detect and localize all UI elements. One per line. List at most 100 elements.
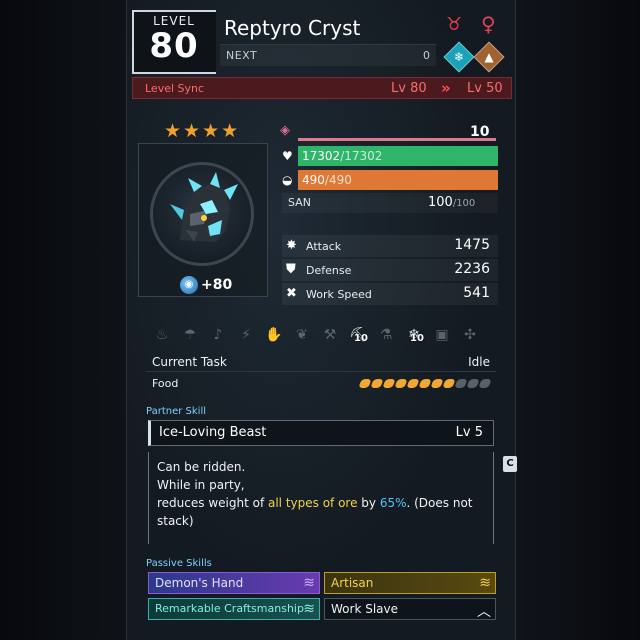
background-left bbox=[0, 0, 126, 640]
electricity-icon: ⚡ bbox=[241, 327, 251, 343]
food-pip bbox=[406, 379, 420, 388]
current-task-row: Current Task Idle bbox=[146, 352, 496, 372]
hp-bar: 17302/17302 bbox=[298, 146, 498, 166]
san-label: SAN bbox=[288, 196, 311, 209]
food-meter bbox=[358, 379, 492, 388]
passive-skills-label: Passive Skills bbox=[146, 558, 212, 569]
defense-row: ⛊ Defense 2236 bbox=[282, 259, 498, 281]
partner-skill-description-box: Can be ridden. While in party, reduces w… bbox=[148, 452, 494, 544]
work-speed-label: Work Speed bbox=[306, 288, 372, 301]
transporting-icon: ▣ bbox=[435, 327, 449, 343]
food-pip bbox=[370, 379, 384, 388]
female-icon: ♀ bbox=[481, 12, 496, 36]
food-label: Food bbox=[152, 377, 179, 390]
passive-rank-icon: ≋ bbox=[479, 575, 491, 591]
desc-ore-highlight: all types of ore bbox=[267, 496, 358, 510]
san-row: SAN 100/100 bbox=[282, 193, 498, 213]
condenser-rank-icon: ◈ bbox=[280, 123, 290, 138]
partner-skill-label: Partner Skill bbox=[146, 406, 206, 417]
level-sync-bar: Level Sync Lv 80 » Lv 50 bbox=[132, 77, 512, 99]
pal-image bbox=[170, 172, 238, 242]
work-suitability-row: ♨ ☂ ♪ ⚡ ✋ ❦ ⚒ ⛏ 10 ⚗ ❄ 10 ▣ ✣ bbox=[150, 322, 496, 348]
pal-souls-bonus: +80 bbox=[201, 277, 233, 293]
work-speed-value: 541 bbox=[463, 285, 490, 301]
passive-rank-icon: ≋ bbox=[303, 575, 315, 591]
partner-skill-box[interactable]: Ice-Loving Beast Lv 5 bbox=[148, 420, 494, 446]
current-task-value: Idle bbox=[468, 355, 490, 369]
work-level: 10 bbox=[354, 333, 368, 344]
sp-max: /490 bbox=[324, 173, 352, 187]
food-pip bbox=[358, 379, 372, 388]
condenser-rank-value: 10 bbox=[470, 124, 490, 140]
farming-icon: ✣ bbox=[464, 327, 476, 343]
passive-rank-icon: ︿ bbox=[477, 604, 491, 620]
rank-bar bbox=[298, 138, 496, 141]
food-pip bbox=[466, 379, 480, 388]
hp-current: 17302 bbox=[302, 149, 341, 163]
food-pip bbox=[418, 379, 432, 388]
level-box: LEVEL 80 bbox=[132, 10, 216, 74]
hammer-icon: ✖ bbox=[286, 286, 297, 301]
desc-line-3a: reduces weight of bbox=[157, 496, 268, 510]
next-label: NEXT bbox=[226, 49, 258, 62]
passive-rank-icon: ≋ bbox=[303, 601, 315, 617]
sync-arrow-icon: » bbox=[441, 79, 451, 97]
shield-icon: ⛊ bbox=[286, 262, 296, 277]
sync-from-level: Lv 80 bbox=[391, 81, 427, 96]
handiwork-icon: ✋ bbox=[265, 327, 283, 343]
cooling-icon: ❄ 10 bbox=[408, 327, 424, 344]
medicine-icon: ⚗ bbox=[379, 327, 393, 343]
sp-current: 490 bbox=[302, 173, 325, 187]
passive-skill-name: Demon's Hand bbox=[155, 576, 244, 590]
partner-skill-key-button[interactable]: C bbox=[503, 456, 517, 472]
kindling-icon: ♨ bbox=[155, 327, 169, 343]
hp-max: /17302 bbox=[340, 149, 383, 163]
passive-skill-remarkable-craftsmanship[interactable]: Remarkable Craftsmanship ≋ bbox=[148, 598, 320, 620]
defense-label: Defense bbox=[306, 264, 352, 277]
level-value: 80 bbox=[149, 26, 199, 66]
partner-skill-description: Can be ridden. While in party, reduces w… bbox=[157, 458, 487, 530]
attack-value: 1475 bbox=[454, 237, 490, 253]
lumbering-icon: ⚒ bbox=[323, 327, 337, 343]
attack-label: Attack bbox=[306, 240, 342, 253]
partner-skill-name: Ice-Loving Beast bbox=[159, 425, 267, 440]
attack-icon: ✸ bbox=[286, 238, 297, 253]
current-task-label: Current Task bbox=[152, 355, 227, 369]
desc-line-3b: by bbox=[357, 496, 380, 510]
food-pip bbox=[442, 379, 456, 388]
passive-skill-work-slave[interactable]: Work Slave ︿ bbox=[324, 598, 496, 620]
passive-skill-name: Artisan bbox=[331, 576, 374, 590]
attack-row: ✸ Attack 1475 bbox=[282, 235, 498, 257]
defense-value: 2236 bbox=[454, 261, 490, 277]
gathering-icon: ❦ bbox=[296, 327, 308, 343]
desc-line-1: Can be ridden. bbox=[157, 460, 246, 474]
passive-skill-artisan[interactable]: Artisan ≋ bbox=[324, 572, 496, 594]
stomach-icon: ◒ bbox=[282, 173, 293, 187]
passive-skill-demons-hand[interactable]: Demon's Hand ≋ bbox=[148, 572, 320, 594]
partner-skill-level: Lv 5 bbox=[455, 425, 483, 440]
rarity-stars: ★★★★ bbox=[164, 120, 241, 142]
sp-bar: 490/490 bbox=[298, 170, 498, 190]
sync-to-level: Lv 50 bbox=[467, 81, 503, 96]
watering-icon: ☂ bbox=[183, 327, 197, 343]
food-pip bbox=[454, 379, 468, 388]
work-speed-row: ✖ Work Speed 541 bbox=[282, 283, 498, 305]
alpha-icon: ♉ bbox=[446, 14, 463, 35]
passive-skill-name: Work Slave bbox=[331, 602, 398, 616]
food-row: Food bbox=[146, 375, 496, 395]
desc-percent-highlight: 65% bbox=[379, 496, 407, 510]
food-pip bbox=[430, 379, 444, 388]
level-sync-label: Level Sync bbox=[145, 82, 205, 95]
mining-icon: ⛏ 10 bbox=[349, 327, 368, 344]
food-pip bbox=[394, 379, 408, 388]
food-pip bbox=[382, 379, 396, 388]
heart-icon: ♥ bbox=[282, 149, 293, 163]
san-value: 100 bbox=[428, 195, 453, 210]
next-exp-row: NEXT 0 bbox=[220, 44, 436, 66]
pal-souls-icon: ◉ bbox=[180, 276, 198, 294]
next-value: 0 bbox=[423, 49, 430, 62]
planting-icon: ♪ bbox=[213, 327, 223, 343]
food-pip bbox=[478, 379, 492, 388]
work-level: 10 bbox=[410, 333, 424, 344]
san-max: /100 bbox=[452, 198, 476, 209]
